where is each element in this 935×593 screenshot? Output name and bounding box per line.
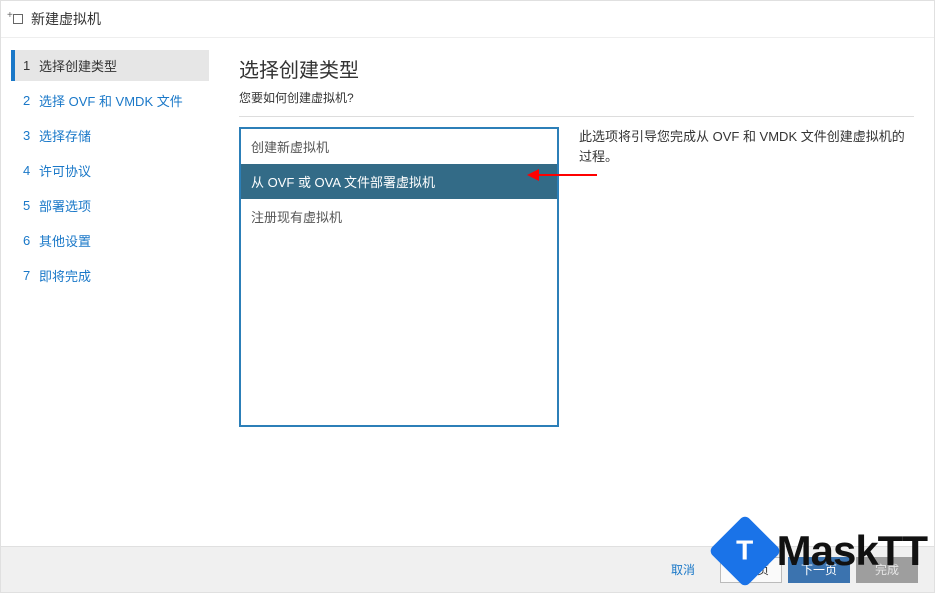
cancel-button[interactable]: 取消 [652,557,714,583]
description-column: 此选项将引导您完成从 OVF 和 VMDK 文件创建虚拟机的过程。 [579,127,914,536]
wizard-content: 选择创建类型 您要如何创建虚拟机? 创建新虚拟机 从 OVF 或 OVA 文件部… [219,38,934,546]
step-label: 部署选项 [39,196,91,215]
next-button[interactable]: 下一页 [788,557,850,583]
step-label: 选择 OVF 和 VMDK 文件 [39,91,183,110]
page-title: 选择创建类型 [239,54,914,83]
step-2[interactable]: 2 选择 OVF 和 VMDK 文件 [11,85,209,116]
step-1[interactable]: 1 选择创建类型 [11,50,209,81]
finish-button[interactable]: 完成 [856,557,918,583]
new-vm-icon: + [11,12,25,26]
back-button[interactable]: 上一页 [720,557,782,583]
dialog-title-bar: + 新建虚拟机 [1,1,934,38]
step-label: 许可协议 [39,161,91,180]
option-create-new[interactable]: 创建新虚拟机 [241,129,557,164]
new-vm-dialog: + 新建虚拟机 1 选择创建类型 2 选择 OVF 和 VMDK 文件 3 选择… [0,0,935,593]
creation-type-listbox: 创建新虚拟机 从 OVF 或 OVA 文件部署虚拟机 注册现有虚拟机 [239,127,559,427]
step-number: 4 [23,163,39,178]
step-label: 选择创建类型 [39,56,117,75]
option-register-existing[interactable]: 注册现有虚拟机 [241,199,557,234]
step-4[interactable]: 4 许可协议 [11,155,209,186]
step-6[interactable]: 6 其他设置 [11,225,209,256]
step-number: 7 [23,268,39,283]
step-label: 即将完成 [39,266,91,285]
option-description: 此选项将引导您完成从 OVF 和 VMDK 文件创建虚拟机的过程。 [579,127,914,166]
step-label: 其他设置 [39,231,91,250]
wizard-steps-sidebar: 1 选择创建类型 2 选择 OVF 和 VMDK 文件 3 选择存储 4 许可协… [1,38,219,546]
step-3[interactable]: 3 选择存储 [11,120,209,151]
step-number: 2 [23,93,39,108]
option-deploy-ovf[interactable]: 从 OVF 或 OVA 文件部署虚拟机 [241,164,557,199]
dialog-title: 新建虚拟机 [31,9,101,29]
step-5[interactable]: 5 部署选项 [11,190,209,221]
step-7[interactable]: 7 即将完成 [11,260,209,291]
step-number: 6 [23,233,39,248]
step-number: 3 [23,128,39,143]
page-subtitle: 您要如何创建虚拟机? [239,89,914,106]
dialog-footer: 取消 上一页 下一页 完成 [1,546,934,592]
dialog-body: 1 选择创建类型 2 选择 OVF 和 VMDK 文件 3 选择存储 4 许可协… [1,38,934,546]
content-main-row: 创建新虚拟机 从 OVF 或 OVA 文件部署虚拟机 注册现有虚拟机 此选项将引… [239,127,914,536]
step-number: 1 [23,58,39,73]
step-label: 选择存储 [39,126,91,145]
step-number: 5 [23,198,39,213]
divider [239,116,914,117]
